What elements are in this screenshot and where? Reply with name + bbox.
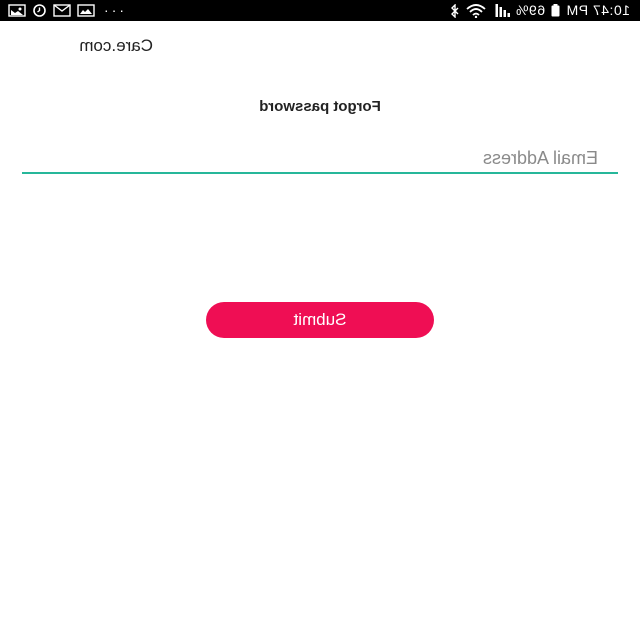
- status-bar-right: ···: [8, 0, 124, 21]
- bluetooth-icon: [450, 0, 460, 21]
- page-title: Forgot password: [259, 98, 381, 115]
- signal-icon: [492, 0, 510, 21]
- brand-name: Care.com: [79, 36, 153, 55]
- battery-icon: [551, 0, 560, 21]
- email-field[interactable]: [22, 144, 618, 174]
- status-bar-left: 10:47 PM 69%: [450, 0, 630, 21]
- mail-icon: [53, 0, 71, 21]
- gallery-icon: [77, 0, 95, 21]
- sync-icon: [32, 0, 47, 21]
- submit-button[interactable]: Submit: [206, 302, 434, 338]
- battery-percent: 69%: [515, 2, 546, 18]
- status-bar: 10:47 PM 69% ···: [0, 0, 640, 21]
- wifi-icon: [465, 0, 486, 21]
- status-time: 10:47 PM: [566, 2, 630, 18]
- forgot-password-screen: 10:47 PM 69% ··· Care.com Forgot passwor…: [0, 0, 640, 640]
- image-icon: [8, 0, 26, 21]
- overflow-dots: ···: [101, 2, 124, 18]
